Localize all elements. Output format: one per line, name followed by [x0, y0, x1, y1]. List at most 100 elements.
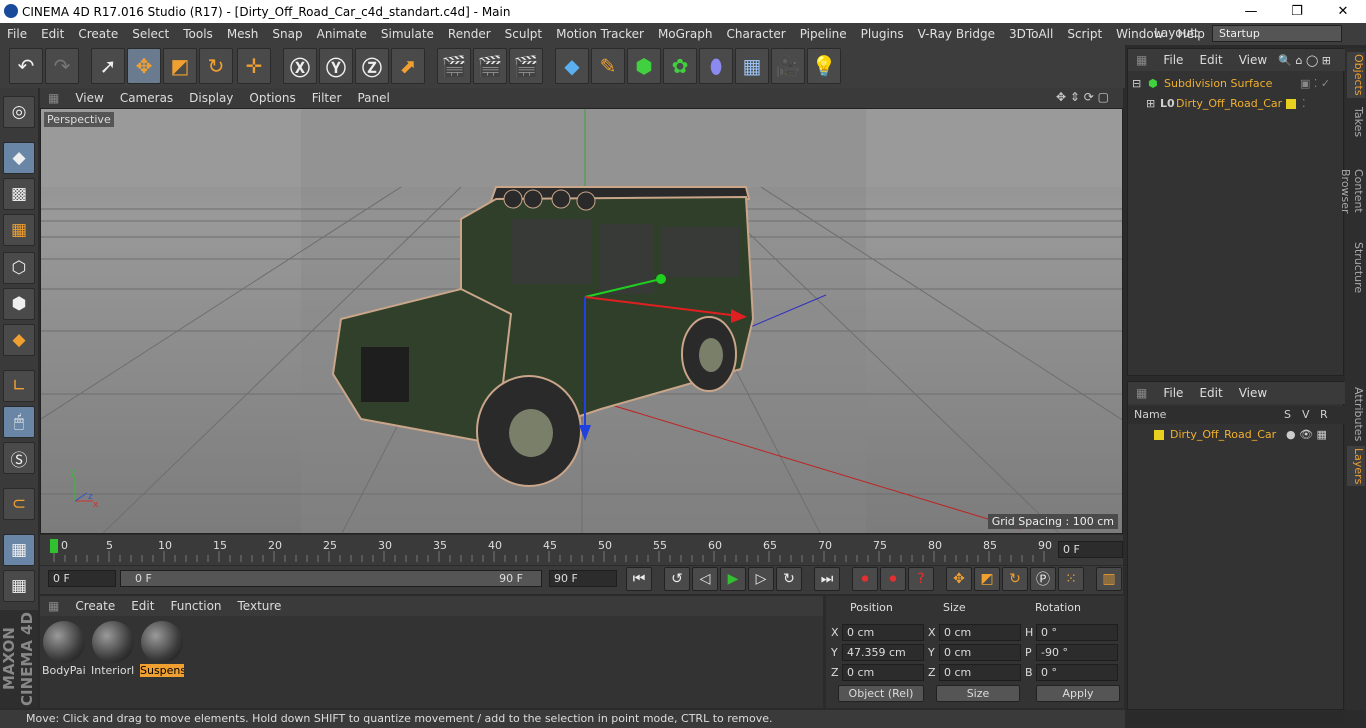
layer-menu-view[interactable]: View	[1231, 386, 1275, 400]
axis-mode-icon[interactable]: ∟	[3, 370, 35, 402]
record-keys-icon[interactable]: ⏺	[852, 567, 878, 591]
next-frame-icon[interactable]: ▷	[748, 567, 774, 591]
timeline-ruler[interactable]: 0 5 10 15 20 25 30 35 40 45 50 55 60 65 …	[40, 535, 1123, 565]
y-axis-lock-icon[interactable]: Ⓨ	[319, 48, 353, 84]
layer-scrollbar[interactable]	[1127, 712, 1344, 726]
layout-select[interactable]: Startup	[1212, 25, 1342, 42]
next-key-icon[interactable]: ↻	[776, 567, 802, 591]
go-to-start-icon[interactable]: ⏮	[626, 567, 652, 591]
menu-pipeline[interactable]: Pipeline	[793, 27, 854, 41]
menu-vray-bridge[interactable]: V-Ray Bridge	[911, 27, 1002, 41]
planar-workplane-icon[interactable]: ▦	[3, 570, 35, 602]
play-icon[interactable]: ▶	[720, 567, 746, 591]
visibility-icon[interactable]: ▣ ⁚ ✓	[1300, 75, 1330, 93]
expand-icon[interactable]: ⊞	[1146, 95, 1155, 113]
obj-menu-edit[interactable]: Edit	[1191, 53, 1230, 67]
vp-menu-panel[interactable]: Panel	[349, 91, 397, 105]
render-settings-icon[interactable]: 🎬	[509, 48, 543, 84]
rotation-h-field[interactable]: 0 °	[1036, 624, 1118, 641]
timeline-window-icon[interactable]: ▥	[1096, 567, 1122, 591]
current-frame-field[interactable]: 0 F	[1058, 541, 1123, 558]
pen-spline-icon[interactable]: ✎	[591, 48, 625, 84]
menu-file[interactable]: File	[0, 27, 34, 41]
undo-icon[interactable]: ↶	[9, 48, 43, 84]
last-tool-icon[interactable]: ✛	[237, 48, 271, 84]
menu-sculpt[interactable]: Sculpt	[498, 27, 549, 41]
obj-menu-view[interactable]: View	[1231, 53, 1275, 67]
live-selection-icon[interactable]: ➚	[91, 48, 125, 84]
rotation-p-field[interactable]: -90 °	[1036, 644, 1118, 661]
menu-script[interactable]: Script	[1060, 27, 1109, 41]
tab-structure[interactable]: Structure	[1347, 242, 1365, 294]
layer-color-icon[interactable]	[1286, 99, 1296, 109]
layer-row[interactable]: Dirty_Off_Road_Car ● 👁 ▦	[1128, 426, 1345, 444]
material-swatch[interactable]: Interiorl	[91, 620, 135, 678]
menu-mesh[interactable]: Mesh	[220, 27, 266, 41]
key-parameter-icon[interactable]: Ⓟ	[1030, 567, 1056, 591]
vp-menu-options[interactable]: Options	[241, 91, 303, 105]
expand-icon[interactable]: ⊟	[1132, 75, 1141, 93]
position-z-field[interactable]: 0 cm	[842, 664, 924, 681]
menu-tools[interactable]: Tools	[176, 27, 220, 41]
perspective-viewport[interactable]: y z x Perspective Grid Spacing : 100 cm	[40, 108, 1123, 534]
render-view-icon[interactable]: 🎬	[437, 48, 471, 84]
size-z-field[interactable]: 0 cm	[939, 664, 1021, 681]
previous-key-icon[interactable]: ↺	[664, 567, 690, 591]
scale-tool-icon[interactable]: ◩	[163, 48, 197, 84]
obj-menu-file[interactable]: File	[1155, 53, 1191, 67]
layer-menu-file[interactable]: File	[1155, 386, 1191, 400]
tab-content-browser[interactable]: Content Browser	[1339, 146, 1365, 236]
vp-menu-view[interactable]: View	[67, 91, 111, 105]
col-visible[interactable]: V	[1302, 406, 1310, 424]
key-scale-icon[interactable]: ◩	[974, 567, 1000, 591]
tab-objects[interactable]: Objects	[1347, 52, 1365, 98]
mat-menu-create[interactable]: Create	[67, 599, 123, 613]
position-x-field[interactable]: 0 cm	[842, 624, 924, 641]
layer-toggles-icon[interactable]: ● 👁 ▦	[1286, 426, 1327, 444]
tab-layers[interactable]: Layers	[1347, 446, 1365, 486]
menu-3dtoall[interactable]: 3DToAll	[1002, 27, 1060, 41]
mat-menu-texture[interactable]: Texture	[230, 599, 290, 613]
tab-attributes[interactable]: Attributes	[1347, 386, 1365, 442]
move-tool-icon[interactable]: ✥	[127, 48, 161, 84]
menu-mograph[interactable]: MoGraph	[651, 27, 720, 41]
camera-icon[interactable]: 🎥	[771, 48, 805, 84]
object-tools-icon[interactable]: 🔍 ⌂ ◯ ⊞	[1270, 54, 1339, 67]
tab-takes[interactable]: Takes	[1347, 104, 1365, 140]
points-mode-icon[interactable]: ⬡	[3, 252, 35, 284]
subdivision-surface-icon[interactable]: ⬢	[627, 48, 661, 84]
viewport-nav-icons[interactable]: ✥ ⇕ ⟳ ▢	[1048, 90, 1117, 104]
cube-primitive-icon[interactable]: ◆	[555, 48, 589, 84]
object-row-car[interactable]: ⊞ L0 Dirty_Off_Road_Car ⁚	[1128, 95, 1345, 113]
position-y-field[interactable]: 47.359 cm	[842, 644, 924, 661]
edges-mode-icon[interactable]: ⬢	[3, 288, 35, 320]
make-editable-icon[interactable]: ◎	[3, 96, 35, 128]
texture-mode-icon[interactable]: ▩	[3, 178, 35, 210]
snap-icon[interactable]: Ⓢ	[3, 442, 35, 474]
mat-menu-function[interactable]: Function	[162, 599, 229, 613]
model-mode-icon[interactable]: ◆	[3, 142, 35, 174]
workplane-lock-icon[interactable]: ▦	[3, 534, 35, 566]
menu-render[interactable]: Render	[441, 27, 498, 41]
go-to-end-icon[interactable]: ⏭	[814, 567, 840, 591]
z-axis-lock-icon[interactable]: Ⓩ	[355, 48, 389, 84]
menu-plugins[interactable]: Plugins	[854, 27, 911, 41]
menu-simulate[interactable]: Simulate	[374, 27, 441, 41]
layer-menu-edit[interactable]: Edit	[1191, 386, 1230, 400]
vp-menu-cameras[interactable]: Cameras	[112, 91, 181, 105]
magnet-icon[interactable]: ⊂	[3, 488, 35, 520]
render-picture-viewer-icon[interactable]: 🎬	[473, 48, 507, 84]
auto-keying-icon[interactable]: ⏺	[880, 567, 906, 591]
close-icon[interactable]: ✕	[1320, 0, 1366, 23]
col-solo[interactable]: S	[1284, 406, 1291, 424]
tweak-mode-icon[interactable]: 🖱	[3, 406, 35, 438]
deformer-icon[interactable]: ⬮	[699, 48, 733, 84]
workplane-icon[interactable]: ▦	[3, 214, 35, 246]
end-frame-field[interactable]: 90 F	[549, 570, 617, 587]
frame-range-slider[interactable]: 0 F 90 F	[120, 570, 542, 587]
col-render[interactable]: R	[1320, 406, 1328, 424]
previous-frame-icon[interactable]: ◁	[692, 567, 718, 591]
object-row-subdivision[interactable]: ⊟ ⬢ Subdivision Surface ▣ ⁚ ✓	[1128, 75, 1345, 93]
light-icon[interactable]: 💡	[807, 48, 841, 84]
maximize-icon[interactable]: ❐	[1274, 0, 1320, 23]
